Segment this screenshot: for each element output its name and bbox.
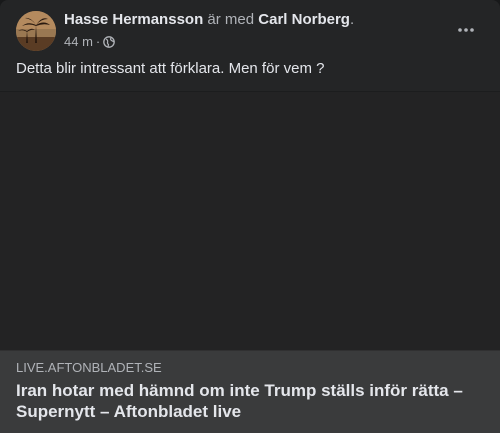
link-title[interactable]: Iran hotar med hämnd om inte Trump ställ… [16,380,486,422]
tagged-name[interactable]: Carl Norberg [258,11,350,28]
post-text: Detta blir intressant att förklara. Men … [16,60,325,77]
post-meta: 44 m · [64,34,116,50]
link-preview[interactable]: LIVE.AFTONBLADET.SE Iran hotar med hämnd… [0,350,500,433]
more-options-button[interactable] [452,16,480,44]
globe-icon [103,36,116,48]
author-name[interactable]: Hasse Hermansson [64,11,203,28]
author-line: Hasse Hermansson är med Carl Norberg. [64,11,354,29]
post-timestamp[interactable]: 44 m [64,34,93,50]
post-card: Hasse Hermansson är med Carl Norberg. 44… [0,0,500,433]
palm-tree-photo [16,11,56,51]
post-header: Hasse Hermansson är med Carl Norberg. 44… [0,0,500,56]
meta-separator: · [95,34,101,49]
period: . [349,11,355,28]
link-image-area[interactable] [0,91,500,351]
avatar[interactable] [16,11,56,51]
more-options-icon [458,28,474,32]
with-text: är med [207,11,255,28]
link-domain: LIVE.AFTONBLADET.SE [16,360,162,375]
